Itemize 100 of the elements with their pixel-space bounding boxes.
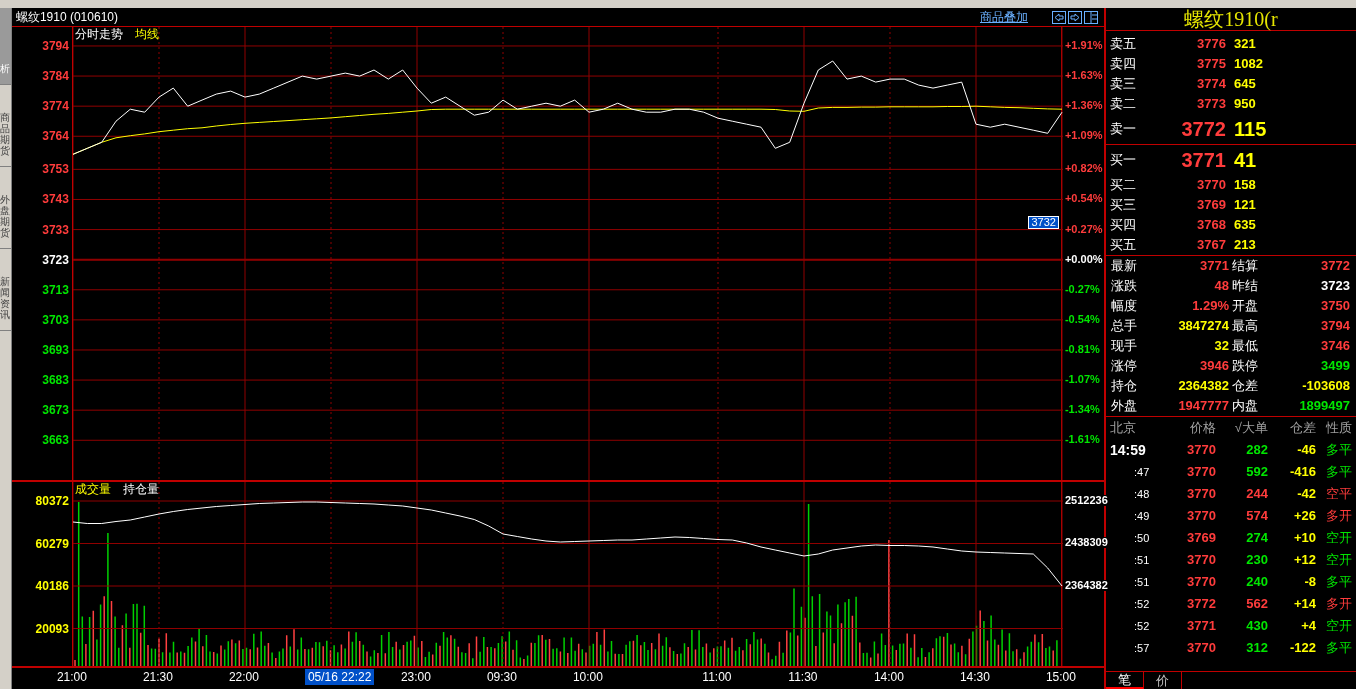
order-volume: 645 [1233,75,1257,94]
percent-tick-label: +1.36% [1064,100,1103,112]
stat-value: 3750 [1321,297,1351,316]
stat-label: 跌停 [1231,357,1258,376]
order-volume: 115 [1233,117,1268,142]
stat-value: 3772 [1321,257,1351,276]
stat-value: 32 [1214,337,1230,356]
trade-price: 3770 [1186,463,1216,482]
trade-oi-change: -122 [1288,639,1316,658]
trade-volume: 240 [1245,573,1268,592]
order-volume: 1082 [1233,55,1264,74]
trade-oi-change: +10 [1292,529,1316,548]
percent-tick-label: +0.82% [1064,163,1103,175]
order-price: 3770 [1196,176,1226,195]
order-price: 3776 [1196,35,1226,54]
time-tick-label: 14:30 [959,671,990,683]
stat-label: 涨停 [1110,357,1137,376]
trade-price: 3772 [1186,595,1216,614]
trade-price: 3769 [1186,529,1216,548]
stat-label: 幅度 [1110,297,1137,316]
order-price: 3768 [1196,216,1226,235]
percent-tick-label: -0.54% [1064,313,1100,325]
quote-tab[interactable]: 价 [1144,672,1182,689]
price-tick-label: 3753 [42,163,69,176]
trade-time: :51 [1133,552,1151,568]
volume-tick-label: 80372 [35,495,69,507]
trade-time: :51 [1133,574,1151,590]
trade-price: 3770 [1186,551,1216,570]
trade-time: :47 [1133,464,1151,480]
price-tick-label: 3673 [42,404,69,417]
price-tick-label: 3723 [42,253,69,266]
trade-oi-change: -42 [1296,485,1316,504]
order-level-label: 买五 [1110,236,1137,255]
stat-value: -103608 [1302,377,1351,396]
trade-volume: 574 [1245,507,1268,526]
column-header: 北京 [1110,419,1137,438]
price-tick-label: 3764 [42,130,69,143]
percent-tick-label: -0.81% [1064,343,1100,355]
trade-volume: 230 [1245,551,1268,570]
trade-time: :50 [1133,530,1151,546]
order-level-label: 卖一 [1110,120,1137,139]
quote-title: 螺纹1910(r [1184,9,1278,29]
stat-value: 1.29% [1192,297,1230,316]
trade-nature: 空开 [1325,617,1352,636]
position-tick-label: 2438309 [1064,537,1108,549]
layout-icon[interactable] [1084,10,1098,24]
percent-tick-label: +1.63% [1064,70,1103,82]
time-tick-label: 21:30 [142,671,173,683]
order-volume: 635 [1233,216,1257,235]
price-tick-label: 3784 [42,70,69,83]
percent-tick-label: +0.54% [1064,193,1103,205]
trade-volume: 312 [1245,639,1268,658]
trade-oi-change: +26 [1292,507,1316,526]
trade-nature: 多开 [1325,507,1352,526]
column-header: 性质 [1325,419,1352,438]
crosshair-price-label: 3732 [1028,216,1059,229]
trade-nature: 多开 [1325,595,1352,614]
time-tick-label: 22:00 [228,671,259,683]
trade-nature: 多平 [1325,639,1352,658]
trade-time: :52 [1133,618,1151,634]
trade-oi-change: +12 [1292,551,1316,570]
price-tick-label: 3693 [42,343,69,356]
stat-label: 最低 [1231,337,1258,356]
order-volume: 950 [1233,95,1257,114]
price-tick-label: 3663 [42,434,69,447]
right-arrow-icon[interactable] [1068,10,1082,24]
trade-oi-change: -46 [1296,441,1316,460]
time-tick-label: 21:00 [56,671,87,683]
volume-tick-label: 20093 [35,622,69,635]
chart-title: 螺纹1910 (010610) [15,9,118,26]
stat-label: 最高 [1231,317,1258,336]
trade-price: 3770 [1186,573,1216,592]
trade-nature: 多平 [1325,573,1352,592]
overlay-link[interactable]: 商品叠加 [980,8,1028,26]
stat-value: 3847274 [1178,317,1230,336]
stat-label: 总手 [1110,317,1137,336]
trade-price: 3771 [1186,617,1216,636]
percent-tick-label: -1.61% [1064,434,1100,446]
trade-nature: 空开 [1325,551,1352,570]
time-tick-label: 23:00 [400,671,431,683]
position-tick-label: 2364382 [1064,580,1108,591]
trade-volume: 244 [1245,485,1268,504]
column-header: √大单 [1233,419,1268,438]
trade-price: 3770 [1186,441,1216,460]
quote-tab[interactable]: 笔 [1106,672,1144,689]
position-tick-label: 2512236 [1064,495,1108,506]
order-level-label: 卖二 [1110,95,1137,114]
time-tick-label: 09:30 [486,671,517,683]
stat-value: 3499 [1321,357,1351,376]
left-arrow-icon[interactable] [1052,10,1066,24]
stat-label: 最新 [1110,257,1137,276]
trade-nature: 多平 [1325,463,1352,482]
trade-price: 3770 [1186,507,1216,526]
trade-volume: 592 [1245,463,1268,482]
trade-time: :48 [1133,486,1151,502]
order-level-label: 买二 [1110,176,1137,195]
stat-value: 1899497 [1299,397,1351,416]
order-volume: 41 [1233,148,1258,173]
order-price: 3774 [1196,75,1226,94]
column-header: 仓差 [1289,419,1316,438]
